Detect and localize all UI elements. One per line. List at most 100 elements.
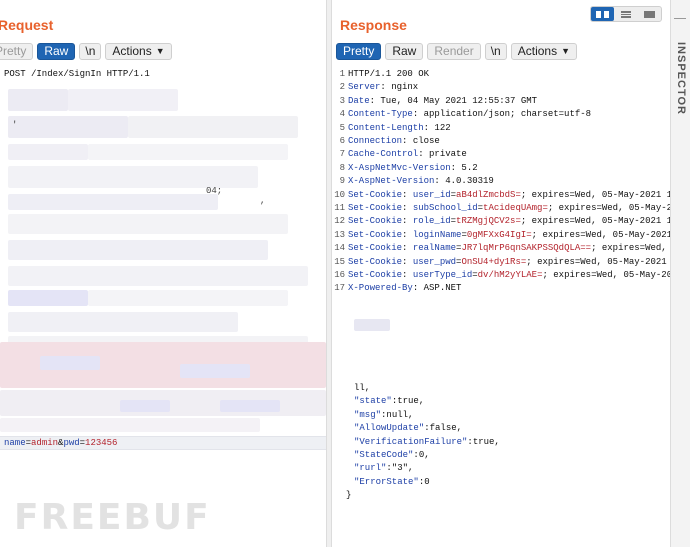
response-line: Date: Tue, 04 May 2021 12:55:37 GMT	[348, 95, 670, 108]
response-line: Set-Cookie: user_id=aB4dlZmcbdS=; expire…	[348, 189, 670, 202]
request-newline-toggle[interactable]: \n	[79, 42, 102, 60]
inspector-label: INSPECTOR	[675, 42, 687, 115]
json-key: "state"	[354, 396, 392, 407]
response-line: Connection: close	[348, 135, 670, 148]
redacted-block	[8, 214, 288, 234]
stray-fragment: '	[12, 120, 18, 130]
cookie-name: user_id	[412, 189, 451, 200]
response-title: Response	[340, 17, 407, 33]
cookie-name: role_id	[412, 216, 451, 227]
json-line: "VerificationFailure":true,	[354, 436, 500, 449]
line-number: 12	[334, 216, 345, 227]
request-pane: Request Pretty Raw \n Actions ▼ POST /In…	[0, 0, 326, 547]
cookie-attributes: ; expires=Wed, 05-May-2021 12:55:37 GMT;	[526, 256, 667, 267]
json-line: "rurl":"3",	[354, 462, 500, 475]
request-actions-menu[interactable]: Actions ▼	[105, 42, 172, 60]
request-actions-label: Actions	[112, 44, 152, 58]
response-editor[interactable]: 1 HTTP/1.1 200 OK 2 Server: nginx 3 Date: Tue…	[332, 64, 670, 547]
request-code: POST /Index/SignIn HTTP/1.1	[4, 68, 326, 81]
layout-switch	[590, 6, 662, 22]
inspector-sidebar[interactable]: INSPECTOR	[670, 0, 690, 547]
param-pwd-value: 123456	[85, 438, 118, 448]
response-line: Cache-Control: private	[348, 148, 670, 161]
single-pane-icon	[643, 10, 655, 18]
response-line: Set-Cookie: loginName=0gMFXxG4IgI=; expi…	[348, 229, 670, 242]
header-name: X-AspNetMvc-Version	[348, 162, 451, 173]
header-value: HTTP/1.1 200 OK	[348, 69, 430, 79]
stray-fragment: 04;	[206, 186, 223, 196]
header-name: Set-Cookie	[348, 216, 403, 227]
response-line: X-AspNet-Version: 4.0.30319	[348, 175, 670, 188]
header-name: Set-Cookie	[348, 243, 403, 254]
request-raw-tab[interactable]: Raw	[37, 42, 76, 60]
cookie-name: user_pwd	[412, 256, 457, 267]
redacted-block	[8, 312, 238, 332]
response-line: Content-Type: application/json; charset=…	[348, 108, 670, 121]
request-pretty-tab[interactable]: Pretty	[0, 42, 34, 60]
line-number: 5	[339, 122, 345, 133]
layout-columns-button[interactable]	[591, 7, 615, 21]
header-value: : Tue, 04 May 2021 12:55:37 GMT	[369, 95, 538, 106]
json-value: :true,	[391, 396, 425, 407]
columns-icon	[596, 10, 610, 18]
response-newline-toggle[interactable]: \n	[484, 42, 507, 60]
response-json-body: ll, "state":true, "msg":null, "AllowUpdate"…	[346, 382, 500, 503]
cookie-name: userType_id	[412, 270, 473, 280]
header-name: Cache-Control	[348, 149, 419, 160]
header-name: Server	[348, 82, 381, 93]
line-number: 7	[339, 149, 345, 160]
json-key: "rurl"	[354, 463, 387, 474]
cookie-attributes: ; expires=Wed, 05-May-2021 12:55:37	[547, 203, 670, 213]
redacted-block	[68, 89, 178, 111]
json-key: "AllowUpdate"	[354, 423, 425, 434]
line-number: 11	[334, 203, 345, 213]
chevron-down-icon: ▼	[561, 46, 571, 56]
cookie-name: loginName	[412, 229, 462, 240]
header-value: : application/json; charset=utf-8	[412, 109, 592, 120]
line-number: 1	[339, 69, 345, 79]
json-line: ll,	[354, 382, 500, 395]
redacted-block	[8, 89, 68, 111]
json-line: "state":true,	[354, 395, 500, 408]
layout-rows-button[interactable]	[614, 7, 637, 21]
layout-single-button[interactable]	[638, 7, 661, 21]
response-render-tab[interactable]: Render	[427, 42, 481, 60]
header-name: Date	[348, 95, 370, 106]
line-number: 8	[339, 162, 345, 173]
redacted-block	[128, 116, 298, 138]
header-name: Set-Cookie	[348, 229, 403, 240]
json-value: :null,	[381, 409, 414, 420]
response-line: Set-Cookie: subSchool_id=tAcideqUAmg=; e…	[348, 202, 670, 215]
redacted-block	[88, 144, 288, 160]
response-line: Set-Cookie: user_pwd=OnSU4+dy1Rs=; expir…	[348, 256, 670, 269]
cookie-value: 0gMFXxG4IgI=	[466, 229, 532, 240]
line-number: 14	[334, 243, 345, 254]
request-editor[interactable]: POST /Index/SignIn HTTP/1.1 ' 04; ,	[0, 64, 326, 547]
cookie-attributes: ; expires=Wed, 05-May-2021 1	[591, 243, 667, 254]
header-value: : private	[418, 149, 467, 160]
cookie-attributes: ; expires=Wed, 05-May-2021 12:55:37 G	[542, 270, 670, 280]
param-pwd-key: pwd	[63, 438, 80, 448]
json-value: :false,	[424, 423, 463, 434]
redacted-block	[8, 240, 268, 260]
json-value: :"3",	[386, 463, 414, 474]
json-value: :0,	[413, 449, 430, 460]
cookie-value: dv/hM2yYLAE=	[477, 270, 543, 280]
response-pretty-tab[interactable]: Pretty	[336, 42, 382, 60]
response-line: X-AspNetMvc-Version: 5.2	[348, 162, 670, 175]
response-raw-tab[interactable]: Raw	[385, 42, 424, 60]
colon: :	[402, 203, 413, 213]
response-line: Set-Cookie: realName=JR7lqMrP6qnSAKPSSQd…	[348, 242, 670, 255]
json-value: ll,	[354, 383, 371, 393]
cookie-value: tRZMgjQCV2s=	[456, 216, 521, 227]
line-number: 13	[334, 229, 345, 240]
header-name: Connection	[348, 136, 403, 146]
cookie-attributes: ; expires=Wed, 05-May-2021 12:55:37 GMT;	[520, 216, 670, 227]
header-value: : 122	[423, 122, 451, 133]
response-actions-menu[interactable]: Actions ▼	[510, 42, 578, 60]
cookie-value: aB4dlZmcbdS=	[456, 189, 521, 200]
colon: :	[402, 216, 413, 227]
json-key: "VerificationFailure"	[354, 436, 468, 447]
header-value: : nginx	[380, 82, 419, 93]
cookie-value: JR7lqMrP6qnSAKPSSQdQLA==	[461, 243, 592, 254]
